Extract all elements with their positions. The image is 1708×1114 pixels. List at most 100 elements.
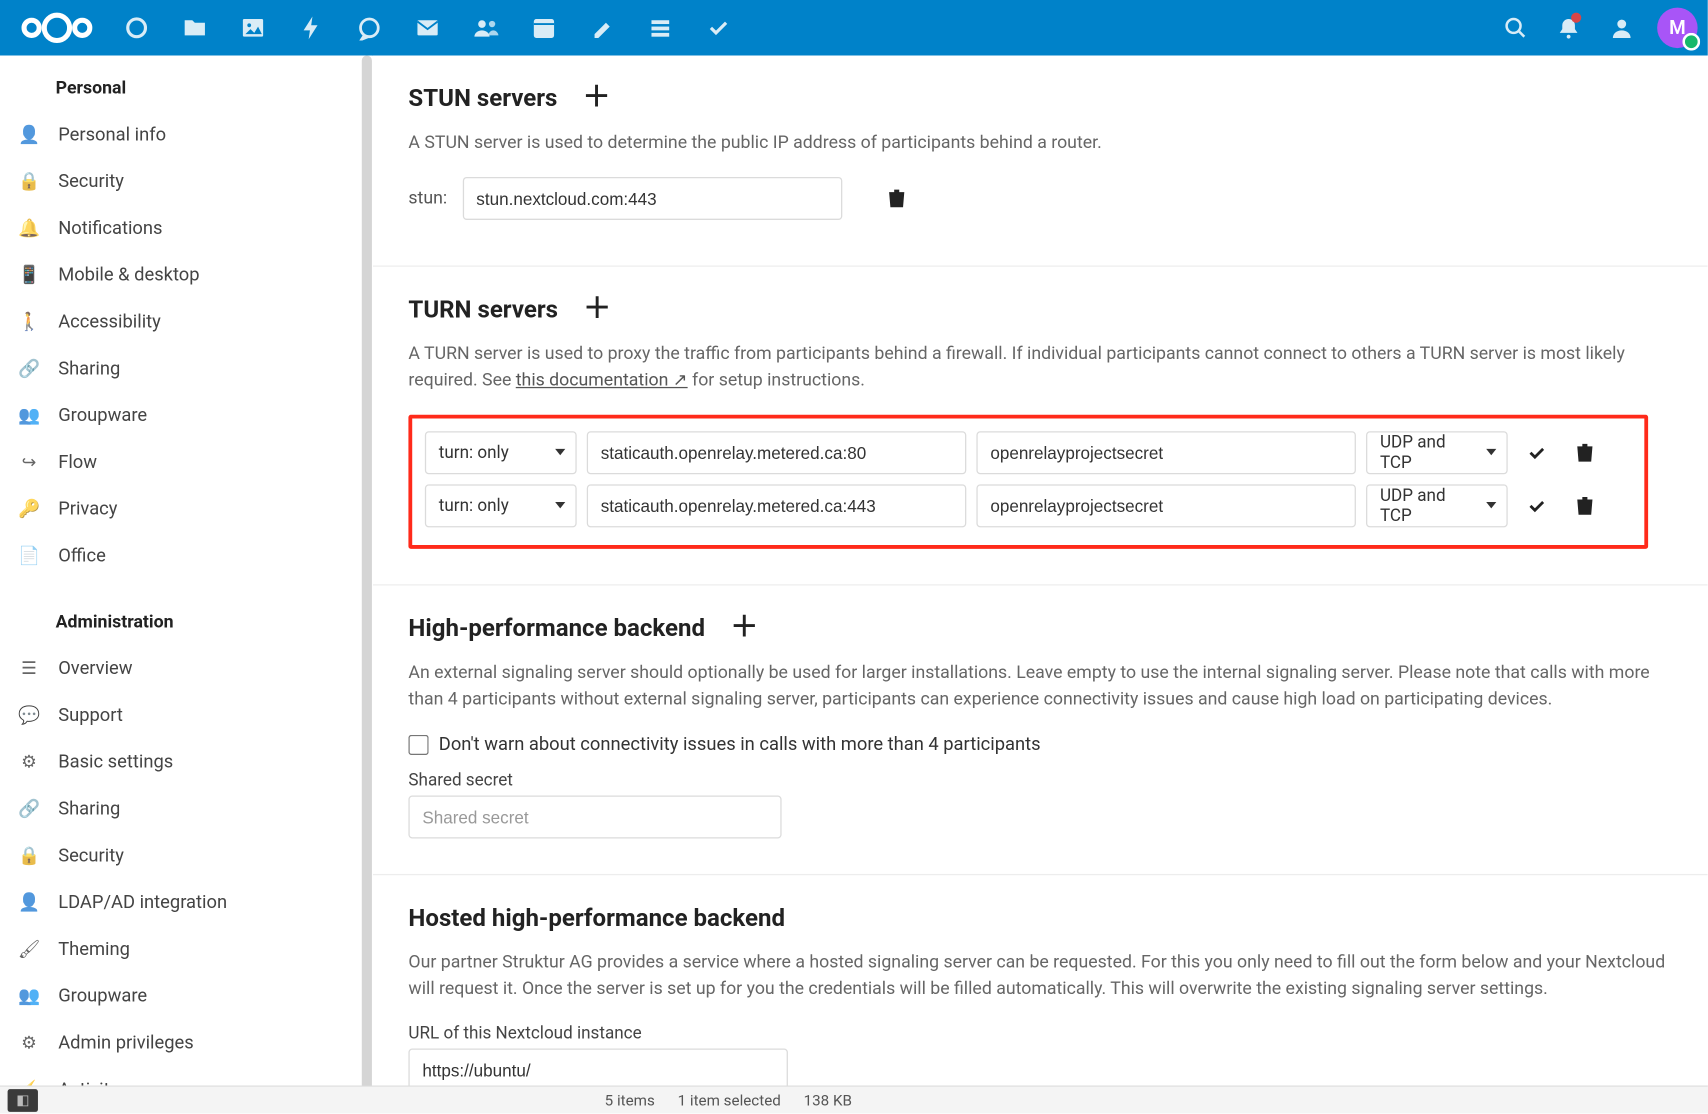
notifications-icon[interactable] [1543, 3, 1594, 54]
hpb-warn-checkbox-row: Don't warn about connectivity issues in … [409, 734, 1673, 756]
share-icon: 🔗 [18, 359, 41, 379]
turn-secret-input[interactable] [977, 484, 1356, 527]
sidebar-item-admin-groupware[interactable]: 👥 Groupware [0, 973, 372, 1020]
turn-scheme-select[interactable]: turn: only [425, 431, 577, 474]
sidebar-item-accessibility[interactable]: 🚶 Accessibility [0, 299, 372, 346]
add-turn-button[interactable]: ＋ [583, 295, 611, 323]
stun-title: STUN servers [409, 83, 558, 112]
delete-stun-button[interactable] [877, 180, 915, 218]
dashboard-app-icon[interactable] [109, 0, 165, 56]
sidebar-item-label: Groupware [58, 985, 147, 1007]
list-icon: ☰ [18, 658, 41, 678]
calendar-app-icon[interactable] [516, 0, 572, 56]
notes-app-icon[interactable] [574, 0, 630, 56]
sidebar-item-label: Security [58, 845, 124, 867]
delete-turn-button[interactable] [1566, 434, 1604, 472]
nextcloud-logo[interactable] [18, 8, 96, 48]
sidebar-item-support[interactable]: 💬Support [0, 692, 372, 739]
turn-protocol-select[interactable]: UDP and TCP [1366, 431, 1508, 474]
user-icon: 👤 [18, 125, 41, 145]
turn-description: A TURN server is used to proxy the traff… [409, 342, 1673, 395]
test-turn-button[interactable] [1518, 434, 1556, 472]
sidebar-item-ldap[interactable]: 👤LDAP/AD integration [0, 879, 372, 926]
sidebar-item-basic-settings[interactable]: ⚙Basic settings [0, 739, 372, 786]
sidebar-item-label: Notifications [58, 218, 162, 240]
tasks-app-icon[interactable] [691, 0, 747, 56]
hpb-section: High-performance backend ＋ An external s… [373, 586, 1708, 876]
sidebar-item-label: Support [58, 705, 123, 727]
search-icon[interactable] [1490, 3, 1541, 54]
add-stun-button[interactable]: ＋ [583, 84, 611, 112]
hosted-hpb-section: Hosted high-performance backend Our part… [373, 875, 1708, 1113]
turn-server-input[interactable] [587, 431, 966, 474]
hosted-description: Our partner Struktur AG provides a servi… [409, 950, 1673, 1003]
sidebar-item-sharing[interactable]: 🔗 Sharing [0, 345, 372, 392]
sidebar-item-label: Flow [58, 452, 97, 474]
activity-app-icon[interactable] [283, 0, 339, 56]
statusbar-size: 138 KB [804, 1091, 852, 1109]
turn-section: TURN servers ＋ A TURN server is used to … [373, 267, 1708, 586]
taskbar-app-icon[interactable]: ◧ [8, 1089, 38, 1112]
phone-icon: 📱 [18, 265, 41, 285]
stun-server-input[interactable] [463, 177, 843, 220]
hpb-secret-label: Shared secret [409, 770, 1673, 790]
sidebar-item-security[interactable]: 🔒 Security [0, 158, 372, 205]
turn-rows-highlight: turn: only UDP and TCP turn: only UDP an… [409, 415, 1649, 549]
deck-app-icon[interactable] [633, 0, 689, 56]
turn-server-input[interactable] [587, 484, 966, 527]
group-icon: 👥 [18, 986, 41, 1006]
sidebar-item-groupware[interactable]: 👥Groupware [0, 392, 372, 439]
sidebar-item-flow[interactable]: ↪Flow [0, 439, 372, 486]
sidebar-item-privacy[interactable]: 🔑Privacy [0, 486, 372, 533]
sidebar-item-theming[interactable]: 🖌Theming [0, 926, 372, 973]
turn-secret-input[interactable] [977, 431, 1356, 474]
app-icons [109, 0, 747, 56]
turn-protocol-select[interactable]: UDP and TCP [1366, 484, 1508, 527]
sidebar-item-overview[interactable]: ☰Overview [0, 645, 372, 692]
files-app-icon[interactable] [167, 0, 223, 56]
talk-app-icon[interactable] [342, 0, 398, 56]
add-hpb-button[interactable]: ＋ [731, 614, 759, 642]
delete-turn-button[interactable] [1566, 487, 1604, 525]
hpb-secret-input[interactable] [409, 796, 782, 839]
turn-doc-link[interactable]: this documentation ↗ [516, 371, 688, 391]
sidebar-item-label: LDAP/AD integration [58, 892, 227, 914]
hpb-description: An external signaling server should opti… [409, 660, 1673, 713]
sidebar-item-admin-privileges[interactable]: ⚙Admin privileges [0, 1020, 372, 1067]
mail-app-icon[interactable] [400, 0, 456, 56]
sidebar-item-label: Accessibility [58, 311, 161, 333]
sidebar-item-label: Sharing [58, 798, 120, 820]
stun-row: stun: [409, 177, 1673, 220]
turn-scheme-select[interactable]: turn: only [425, 484, 577, 527]
sidebar-item-admin-security[interactable]: 🔒 Security [0, 832, 372, 879]
sidebar-item-personal-info[interactable]: 👤 Personal info [0, 111, 372, 158]
sidebar-item-label: Privacy [58, 498, 117, 520]
sidebar-item-label: Sharing [58, 358, 120, 380]
sidebar-item-label: Security [58, 171, 124, 193]
sidebar-item-label: Personal info [58, 124, 166, 146]
test-turn-button[interactable] [1518, 487, 1556, 525]
sidebar-item-notifications[interactable]: 🔔 Notifications [0, 205, 372, 252]
sidebar-item-office[interactable]: 📄Office [0, 533, 372, 580]
bell-icon: 🔔 [18, 218, 41, 238]
contacts-app-icon[interactable] [458, 0, 514, 56]
sidebar-item-label: Mobile & desktop [58, 264, 199, 286]
lock-icon: 🔒 [18, 846, 41, 866]
hpb-title: High-performance backend [409, 614, 706, 643]
sidebar-item-label: Theming [58, 939, 130, 961]
contacts-menu-icon[interactable] [1596, 3, 1647, 54]
user-avatar[interactable]: M [1657, 8, 1697, 48]
hpb-warn-label[interactable]: Don't warn about connectivity issues in … [439, 734, 1041, 756]
hpb-warn-checkbox[interactable] [409, 734, 429, 754]
photos-app-icon[interactable] [225, 0, 281, 56]
sidebar-item-label: Basic settings [58, 751, 173, 773]
statusbar-selection: 1 item selected [678, 1091, 781, 1109]
sidebar-item-mobile-desktop[interactable]: 📱 Mobile & desktop [0, 252, 372, 299]
sidebar-item-admin-sharing[interactable]: 🔗Sharing [0, 786, 372, 833]
sidebar-item-label: Groupware [58, 405, 147, 427]
accessibility-icon: 🚶 [18, 312, 41, 332]
sidebar-scrollbar[interactable] [362, 56, 372, 1093]
lock-icon: 🔒 [18, 171, 41, 191]
turn-row: turn: only UDP and TCP [425, 484, 1632, 527]
turn-title: TURN servers [409, 295, 559, 324]
